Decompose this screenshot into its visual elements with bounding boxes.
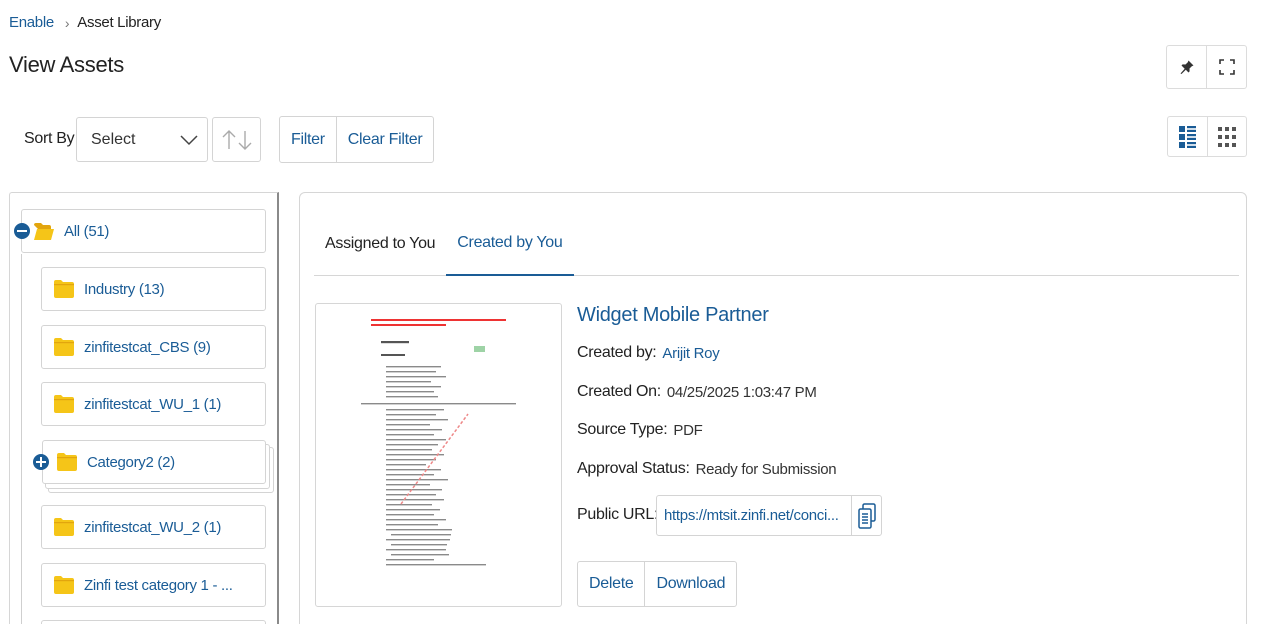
breadcrumb: Enable › Asset Library bbox=[9, 14, 161, 31]
sort-by-label: Sort By bbox=[24, 130, 75, 147]
folder-icon bbox=[54, 518, 74, 536]
clear-filter-button[interactable]: Clear Filter bbox=[335, 117, 434, 162]
breadcrumb-enable-link[interactable]: Enable bbox=[9, 14, 54, 31]
tab-assigned-to-you[interactable]: Assigned to You bbox=[314, 212, 446, 276]
asset-title-link[interactable]: Widget Mobile Partner bbox=[577, 304, 769, 327]
filter-button[interactable]: Filter bbox=[280, 117, 336, 162]
created-on-label: Created On: bbox=[577, 383, 661, 400]
expand-icon[interactable] bbox=[33, 454, 49, 470]
pdf-preview-image bbox=[361, 319, 516, 566]
pin-button[interactable] bbox=[1167, 46, 1206, 88]
download-button[interactable]: Download bbox=[644, 562, 736, 606]
chevron-right-icon: › bbox=[64, 14, 70, 31]
filter-group: Filter Clear Filter bbox=[279, 116, 435, 163]
tree-node-label: Category2 (2) bbox=[87, 453, 175, 471]
asset-thumbnail[interactable] bbox=[315, 303, 562, 607]
view-toggle bbox=[1167, 116, 1247, 157]
tree-node-label: All (51) bbox=[64, 222, 110, 240]
folder-icon bbox=[54, 576, 74, 594]
tree-node-label: Zinfi test category 1 - ... bbox=[84, 576, 233, 594]
chevron-down-icon bbox=[180, 135, 198, 146]
tree-node-all[interactable]: All (51) bbox=[21, 209, 266, 253]
grid-view-icon bbox=[1217, 126, 1236, 147]
asset-actions: Delete Download bbox=[577, 561, 738, 607]
tree-node-label: zinfitestcat_WU_1 (1) bbox=[84, 395, 222, 413]
tree-node-label: Industry (13) bbox=[84, 280, 165, 298]
folder-icon bbox=[54, 395, 74, 413]
approval-status-value: Ready for Submission bbox=[695, 460, 837, 478]
list-view-icon bbox=[1178, 125, 1196, 148]
public-url-input[interactable]: https://mtsit.zinfi.net/conci... bbox=[657, 496, 851, 535]
created-on-value: 04/25/2025 1:03:47 PM bbox=[666, 383, 817, 401]
folder-open-icon bbox=[34, 222, 54, 240]
tree-node-zinfi-test-category-1[interactable]: Zinfi test category 1 - ... bbox=[41, 563, 266, 607]
sort-by-select[interactable]: Select bbox=[76, 117, 208, 162]
source-type-label: Source Type: bbox=[577, 421, 668, 438]
fullscreen-icon bbox=[1218, 59, 1235, 75]
sort-select-value: Select bbox=[91, 130, 136, 148]
created-by-value[interactable]: Arijit Roy bbox=[662, 345, 719, 362]
tree-node-label: zinfitestcat_CBS (9) bbox=[84, 338, 211, 356]
tree-node-industry[interactable]: Industry (13) bbox=[41, 267, 266, 311]
copy-url-button[interactable] bbox=[851, 496, 881, 535]
tree-node-label: zinfitestcat_WU_2 (1) bbox=[84, 518, 222, 536]
source-type-value: PDF bbox=[673, 421, 703, 439]
breadcrumb-current: Asset Library bbox=[77, 14, 161, 31]
grid-view-button[interactable] bbox=[1206, 117, 1247, 156]
window-tools bbox=[1166, 45, 1247, 89]
sort-up-down-icon bbox=[222, 129, 251, 150]
delete-button[interactable]: Delete bbox=[578, 562, 644, 606]
tab-created-by-you[interactable]: Created by You bbox=[446, 212, 574, 276]
collapse-icon[interactable] bbox=[14, 223, 30, 239]
source-type-row: Source Type: PDF bbox=[577, 421, 703, 439]
tree-node-zinfitestcat-wu-2[interactable]: zinfitestcat_WU_2 (1) bbox=[41, 505, 266, 549]
pin-icon bbox=[1180, 60, 1193, 74]
tree-node-category2[interactable]: Category2 (2) bbox=[42, 440, 266, 484]
created-on-row: Created On: 04/25/2025 1:03:47 PM bbox=[577, 383, 817, 401]
created-by-row: Created by: Arijit Roy bbox=[577, 344, 720, 362]
page-title: View Assets bbox=[9, 52, 124, 77]
created-by-label: Created by: bbox=[577, 344, 657, 361]
folder-icon bbox=[54, 280, 74, 298]
approval-status-label: Approval Status: bbox=[577, 460, 690, 477]
public-url-row: Public URL: bbox=[577, 506, 658, 524]
list-view-button[interactable] bbox=[1168, 117, 1207, 156]
approval-status-row: Approval Status: Ready for Submission bbox=[577, 460, 837, 478]
folder-icon bbox=[54, 338, 74, 356]
tree-connector-line bbox=[21, 254, 22, 624]
public-url-label: Public URL: bbox=[577, 506, 659, 523]
sort-order-button[interactable] bbox=[212, 117, 261, 162]
tree-node-partial[interactable] bbox=[41, 620, 266, 624]
asset-tabs: Assigned to You Created by You bbox=[314, 212, 1239, 276]
public-url-field: https://mtsit.zinfi.net/conci... bbox=[656, 495, 882, 536]
tree-node-zinfitestcat-wu-1[interactable]: zinfitestcat_WU_1 (1) bbox=[41, 382, 266, 426]
fullscreen-button[interactable] bbox=[1206, 46, 1246, 88]
copy-icon bbox=[857, 502, 876, 529]
folder-icon bbox=[57, 453, 77, 471]
tree-node-zinfitestcat-cbs[interactable]: zinfitestcat_CBS (9) bbox=[41, 325, 266, 369]
